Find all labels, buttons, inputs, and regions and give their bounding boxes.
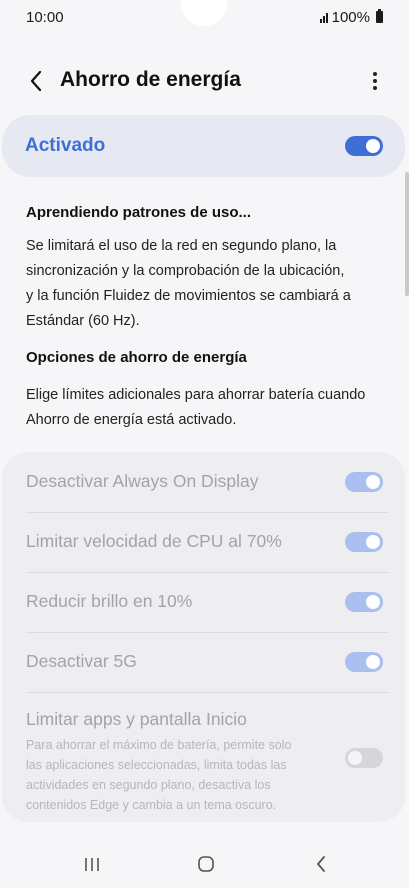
nav-back-button[interactable] — [306, 852, 336, 876]
description-line: actividades en segundo plano, desactiva … — [26, 778, 271, 792]
option-label: Desactivar Always On Display — [26, 471, 259, 491]
option-disable-aod[interactable]: Desactivar Always On Display — [2, 452, 405, 512]
power-saving-master-toggle[interactable]: Activado — [2, 115, 405, 177]
scrollbar[interactable] — [405, 172, 409, 296]
back-icon — [317, 856, 325, 872]
status-time: 10:00 — [26, 8, 64, 26]
option-limit-cpu[interactable]: Limitar velocidad de CPU al 70% — [2, 512, 405, 572]
learning-line: y la función Fluidez de movimientos se c… — [26, 288, 351, 304]
option-label: Limitar velocidad de CPU al 70% — [26, 531, 282, 551]
options-line: Ahorro de energía está activado. — [26, 412, 237, 428]
options-heading: Opciones de ahorro de energía — [26, 349, 247, 366]
option-reduce-brightness[interactable]: Reducir brillo en 10% — [2, 572, 405, 632]
back-button[interactable] — [22, 66, 50, 96]
learning-line: Se limitará el uso de la red en segundo … — [26, 238, 337, 254]
more-options-button[interactable] — [365, 68, 385, 94]
signal-icon — [319, 12, 328, 23]
options-list: Desactivar Always On Display Limitar vel… — [2, 452, 405, 822]
option-switch[interactable] — [345, 472, 383, 492]
options-description: Elige límites adicionales para ahorrar b… — [26, 383, 386, 433]
option-switch[interactable] — [345, 592, 383, 612]
system-nav-bar — [0, 836, 409, 888]
battery-percent: 100% — [331, 8, 370, 26]
option-label: Desactivar 5G — [26, 651, 137, 671]
more-vertical-icon — [373, 72, 377, 76]
home-button[interactable] — [191, 852, 221, 876]
options-line: Elige límites adicionales para ahorrar b… — [26, 387, 366, 403]
option-disable-5g[interactable]: Desactivar 5G — [2, 632, 405, 692]
option-switch[interactable] — [345, 748, 383, 768]
option-switch[interactable] — [345, 652, 383, 672]
home-icon — [198, 856, 214, 872]
option-switch[interactable] — [345, 532, 383, 552]
option-limit-apps-description: Para ahorrar el máximo de batería, permi… — [26, 735, 326, 815]
battery-icon — [376, 9, 383, 23]
description-line: Para ahorrar el máximo de batería, permi… — [26, 738, 292, 752]
description-line: contenidos Edge y cambia a un tema oscur… — [26, 798, 277, 812]
page-title: Ahorro de energía — [60, 68, 241, 91]
recents-button[interactable] — [77, 852, 107, 876]
master-switch[interactable] — [345, 136, 383, 156]
learning-line: Estándar (60 Hz). — [26, 313, 140, 329]
status-indicators: 100% — [319, 8, 383, 26]
chevron-left-icon — [30, 70, 42, 92]
option-label: Reducir brillo en 10% — [26, 591, 193, 611]
learning-description: Se limitará el uso de la red en segundo … — [26, 234, 386, 334]
option-label: Limitar apps y pantalla Inicio — [26, 709, 247, 729]
master-toggle-label: Activado — [25, 135, 106, 156]
learning-line: sincronización y la comprobación de la u… — [26, 263, 345, 279]
recents-icon — [85, 858, 99, 871]
app-header: Ahorro de energía — [0, 58, 409, 104]
learning-heading: Aprendiendo patrones de uso... — [26, 204, 252, 221]
description-line: las aplicaciones seleccionadas, limita t… — [26, 758, 287, 772]
